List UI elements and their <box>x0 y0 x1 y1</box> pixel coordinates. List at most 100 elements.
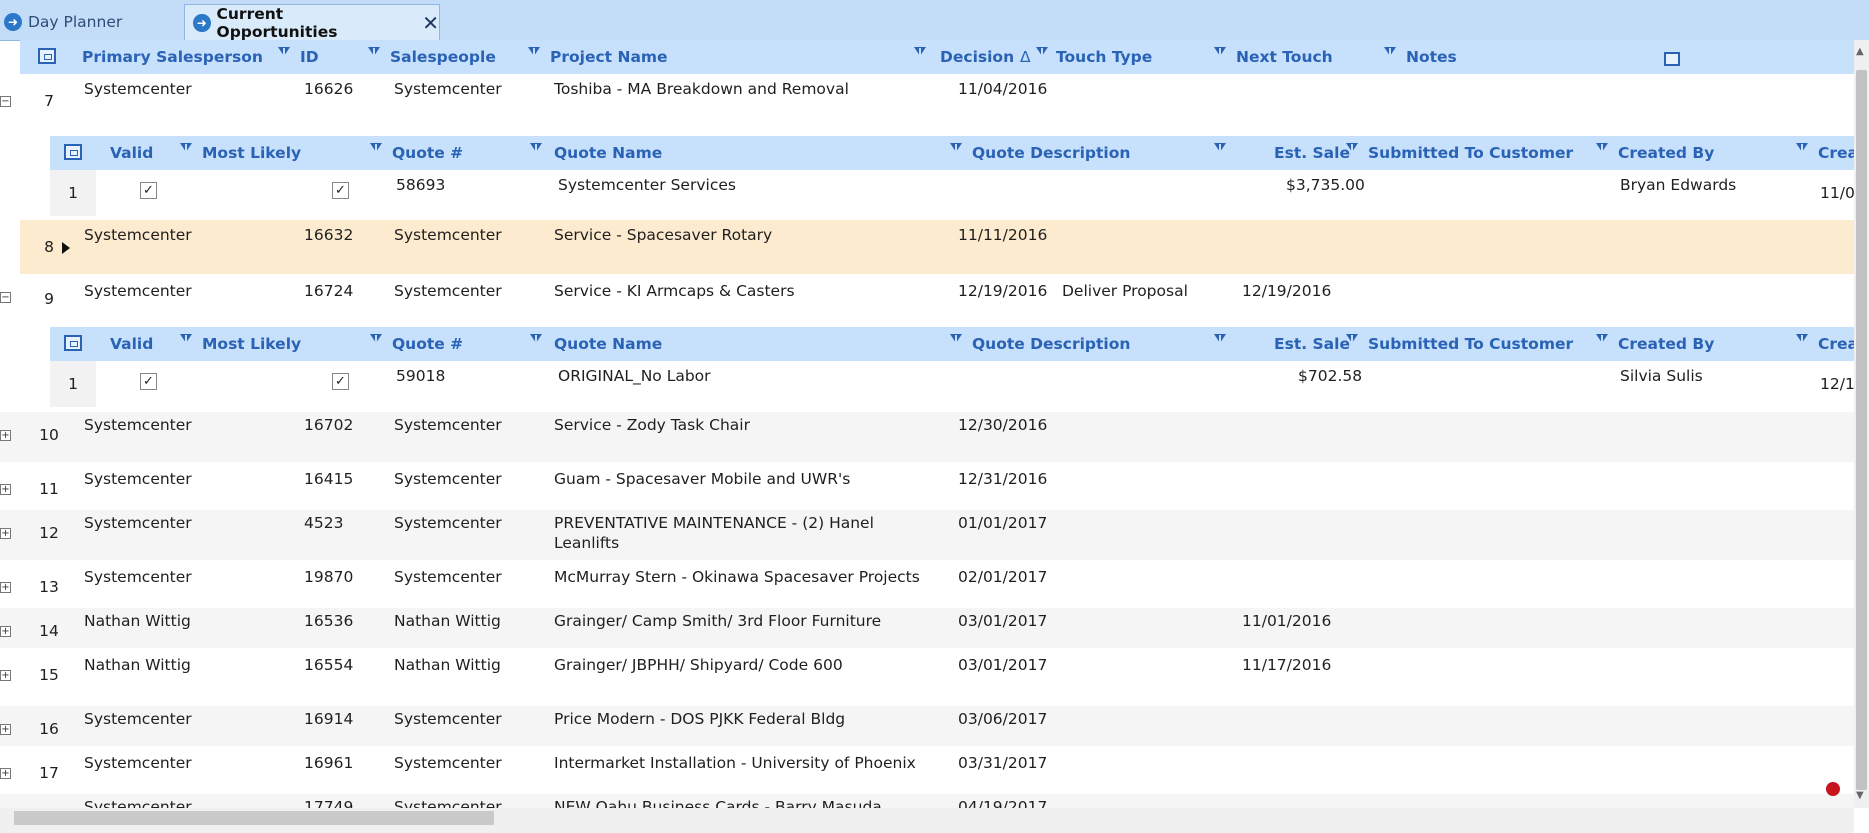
filter-icon[interactable] <box>1596 334 1608 344</box>
col-notes[interactable]: Notes <box>1406 40 1457 74</box>
export-icon[interactable] <box>1664 52 1680 66</box>
cell-primary: Systemcenter <box>84 710 192 728</box>
collapse-icon[interactable]: − <box>0 292 11 303</box>
cell-id: 17749 <box>304 798 354 808</box>
table-row[interactable]: +17 Systemcenter 16961 Systemcenter Intermar… <box>0 750 1854 796</box>
filter-icon[interactable] <box>914 47 926 57</box>
filter-icon[interactable] <box>528 47 540 57</box>
col-most-likely[interactable]: Most Likely <box>202 327 301 361</box>
scroll-up-icon[interactable]: ▲ <box>1856 46 1864 57</box>
cell-quote-name: ORIGINAL_No Labor <box>558 367 711 385</box>
table-row[interactable]: +13 Systemcenter 19870 Systemcenter McMurray… <box>0 564 1854 604</box>
col-est-sale[interactable]: Est. Sale <box>1274 327 1350 361</box>
tab-day-planner[interactable]: ➜ Day Planner <box>4 4 122 40</box>
col-quote-description[interactable]: Quote Description <box>972 327 1130 361</box>
col-created[interactable]: Crea <box>1818 136 1858 170</box>
cell-decision: 03/06/2017 <box>958 710 1048 728</box>
filter-icon[interactable] <box>1796 143 1808 153</box>
col-quote-description[interactable]: Quote Description <box>972 136 1130 170</box>
valid-checkbox[interactable]: ✓ <box>140 182 157 199</box>
filter-icon[interactable] <box>1796 334 1808 344</box>
most-likely-checkbox[interactable]: ✓ <box>332 373 349 390</box>
filter-icon[interactable] <box>1036 47 1048 57</box>
table-row[interactable]: Systemcenter 17749 Systemcenter NEW Oahu Bu… <box>0 794 1854 808</box>
collapse-icon[interactable]: − <box>0 96 11 107</box>
col-valid[interactable]: Valid <box>110 327 153 361</box>
col-project-name[interactable]: Project Name <box>550 40 668 74</box>
row-number: 12 <box>39 524 59 542</box>
col-next-touch[interactable]: Next Touch <box>1236 40 1333 74</box>
col-submitted[interactable]: Submitted To Customer <box>1368 327 1573 361</box>
filter-icon[interactable] <box>370 143 382 153</box>
filter-icon[interactable] <box>1214 143 1226 153</box>
filter-icon[interactable] <box>1384 47 1396 57</box>
most-likely-checkbox[interactable]: ✓ <box>332 182 349 199</box>
expand-icon[interactable]: + <box>0 484 11 495</box>
filter-icon[interactable] <box>180 334 192 344</box>
table-row[interactable]: − 9 Systemcenter 16724 Systemcenter Serv… <box>0 278 1854 324</box>
vertical-scroll-thumb[interactable] <box>1856 70 1867 790</box>
cell-salespeople: Systemcenter <box>394 754 502 772</box>
table-row[interactable]: +11 Systemcenter 16415 Systemcenter Guam - S… <box>0 466 1854 506</box>
col-created-by[interactable]: Created By <box>1618 327 1714 361</box>
table-row[interactable]: − 7 Systemcenter 16626 Systemcenter Tosh… <box>0 74 1854 134</box>
col-decision[interactable]: Decision <box>940 40 1014 74</box>
cell-primary: Nathan Wittig <box>84 612 191 630</box>
expand-icon[interactable]: + <box>0 582 11 593</box>
valid-checkbox[interactable]: ✓ <box>140 373 157 390</box>
table-row[interactable]: +12 Systemcenter 4523 Systemcenter PREVENTAT… <box>0 510 1854 560</box>
filter-icon[interactable] <box>368 47 380 57</box>
scroll-down-icon[interactable]: ▼ <box>1856 790 1864 801</box>
col-valid[interactable]: Valid <box>110 136 153 170</box>
table-row-selected[interactable]: 8 Systemcenter 16632 Systemcenter Servic… <box>20 220 1854 274</box>
expand-icon[interactable]: + <box>0 430 11 441</box>
expand-icon[interactable]: + <box>0 768 11 779</box>
quote-row[interactable]: 1 ✓ ✓ 58693 Systemcenter Services $3,735… <box>50 170 1855 216</box>
filter-icon[interactable] <box>370 334 382 344</box>
table-row[interactable]: +10 Systemcenter 16702 Systemcenter Service … <box>0 412 1854 462</box>
quote-row[interactable]: 1 ✓ ✓ 59018 ORIGINAL_No Labor $702.58 Si… <box>50 361 1855 407</box>
expand-icon[interactable]: + <box>0 670 11 681</box>
table-row[interactable]: +16 Systemcenter 16914 Systemcenter Price Mo… <box>0 706 1854 746</box>
filter-icon[interactable] <box>1214 47 1226 57</box>
filter-icon[interactable] <box>950 334 962 344</box>
expand-icon[interactable]: + <box>0 724 11 735</box>
col-quote-no[interactable]: Quote # <box>392 136 463 170</box>
cell-id: 16914 <box>304 710 354 728</box>
column-chooser-icon[interactable] <box>64 144 82 160</box>
cell-salespeople: Systemcenter <box>394 282 502 300</box>
filter-icon[interactable] <box>1596 143 1608 153</box>
col-quote-no[interactable]: Quote # <box>392 327 463 361</box>
col-id[interactable]: ID <box>300 40 319 74</box>
expand-icon[interactable]: + <box>0 626 11 637</box>
col-est-sale[interactable]: Est. Sale <box>1274 136 1350 170</box>
expand-icon[interactable]: + <box>0 528 11 539</box>
close-icon[interactable]: ✕ <box>422 11 439 35</box>
table-row[interactable]: +14 Nathan Wittig 16536 Nathan Wittig Graing… <box>0 608 1854 648</box>
horizontal-scroll-thumb[interactable] <box>14 811 494 825</box>
col-salespeople[interactable]: Salespeople <box>390 40 496 74</box>
filter-icon[interactable] <box>278 47 290 57</box>
filter-icon[interactable] <box>180 143 192 153</box>
filter-icon[interactable] <box>530 334 542 344</box>
filter-icon[interactable] <box>1214 334 1226 344</box>
filter-icon[interactable] <box>1346 334 1358 344</box>
filter-icon[interactable] <box>530 143 542 153</box>
cell-est-sale: $702.58 <box>1298 367 1363 385</box>
col-submitted[interactable]: Submitted To Customer <box>1368 136 1573 170</box>
filter-icon[interactable] <box>950 143 962 153</box>
col-primary-salesperson[interactable]: Primary Salesperson <box>82 40 263 74</box>
column-chooser-icon[interactable] <box>38 48 56 64</box>
cell-touch-type: Deliver Proposal <box>1062 282 1188 300</box>
tab-current-opportunities[interactable]: ➜ Current Opportunities ✕ <box>184 4 440 41</box>
table-row[interactable]: +15 Nathan Wittig 16554 Nathan Wittig Graing… <box>0 652 1854 702</box>
col-created[interactable]: Crea <box>1818 327 1858 361</box>
col-touch-type[interactable]: Touch Type <box>1056 40 1152 74</box>
col-most-likely[interactable]: Most Likely <box>202 136 301 170</box>
col-created-by[interactable]: Created By <box>1618 136 1714 170</box>
cell-id: 4523 <box>304 514 344 532</box>
col-quote-name[interactable]: Quote Name <box>554 136 662 170</box>
column-chooser-icon[interactable] <box>64 335 82 351</box>
filter-icon[interactable] <box>1346 143 1358 153</box>
col-quote-name[interactable]: Quote Name <box>554 327 662 361</box>
